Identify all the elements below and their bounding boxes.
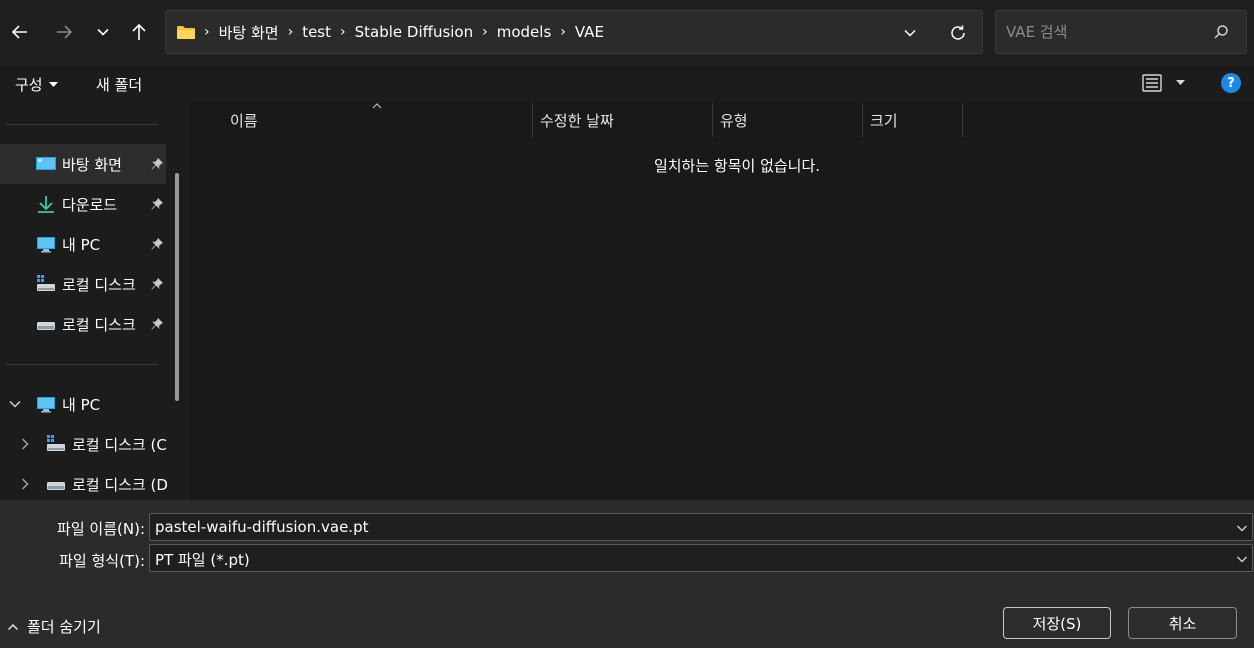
arrow-up-icon [132, 23, 146, 40]
tree-item-label: 로컬 디스크 (D [72, 476, 168, 494]
nav-item-label: 로컬 디스크 [62, 276, 136, 294]
hide-folders-label: 폴더 숨기기 [27, 618, 101, 636]
tree-item-this-pc[interactable]: 내 PC [0, 384, 166, 424]
pin-icon[interactable] [150, 317, 164, 331]
chevron-down-icon[interactable] [1236, 522, 1248, 534]
pin-icon[interactable] [150, 277, 164, 291]
nav-divider [6, 124, 157, 125]
caret-down-icon [1176, 80, 1185, 85]
filename-input[interactable]: pastel-waifu-diffusion.vae.pt [149, 513, 1253, 541]
folder-icon [177, 26, 195, 39]
pc-icon [37, 397, 55, 413]
download-icon [38, 196, 54, 213]
filetype-select[interactable]: PT 파일 (*.pt) [149, 544, 1253, 572]
nav-scrollbar[interactable] [175, 173, 179, 401]
nav-item-desktop[interactable]: 바탕 화면 [0, 144, 166, 184]
nav-item-label: 바탕 화면 [62, 156, 122, 174]
column-divider[interactable] [962, 103, 963, 137]
nav-item-label: 로컬 디스크 [62, 316, 136, 334]
empty-folder-message: 일치하는 항목이 없습니다. [653, 157, 821, 175]
navigation-pane: 바탕 화면 다운로드 내 PC 로컬 디스크 로컬 디스크 내 PC 로컬 디스… [0, 103, 190, 500]
drive-icon [37, 322, 55, 330]
drive-windows-icon [37, 275, 55, 291]
chevron-right-icon[interactable]: › [204, 24, 210, 40]
address-bar[interactable]: › 바탕 화면 › test › Stable Diffusion › mode… [165, 10, 983, 54]
tree-item-local-disk-d[interactable]: 로컬 디스크 (D [0, 464, 168, 500]
drive-windows-icon [47, 435, 65, 451]
nav-divider [6, 364, 157, 365]
filename-label: 파일 이름(N): [57, 520, 145, 538]
column-label: 유형 [720, 111, 748, 130]
pin-icon[interactable] [150, 237, 164, 251]
pc-icon [37, 237, 55, 253]
pin-icon[interactable] [150, 157, 164, 171]
new-folder-button[interactable]: 새 폴더 [96, 74, 142, 95]
tree-item-label: 로컬 디스크 (C [72, 436, 167, 454]
caret-down-icon [48, 81, 58, 87]
column-header-size[interactable]: 크기 [862, 103, 962, 137]
chevron-down-icon[interactable] [8, 397, 22, 411]
drive-icon [47, 482, 65, 490]
column-label: 크기 [870, 111, 898, 130]
arrow-left-icon [11, 25, 27, 39]
filetype-label: 파일 형식(T): [59, 552, 145, 570]
nav-item-this-pc[interactable]: 내 PC [0, 224, 166, 264]
file-list[interactable]: 이름 수정한 날짜 유형 크기 일치하는 항목이 없습니다. [190, 103, 1254, 500]
chevron-down-icon [97, 28, 109, 36]
details-view-icon [1142, 74, 1162, 92]
hide-folders-toggle[interactable]: 폴더 숨기기 [7, 616, 101, 637]
refresh-icon [951, 25, 965, 40]
column-label: 이름 [230, 111, 258, 130]
tree-item-label: 내 PC [62, 396, 101, 414]
tree-item-local-disk-c[interactable]: 로컬 디스크 (C [0, 424, 167, 464]
refresh-button[interactable] [946, 21, 970, 45]
breadcrumb-desktop[interactable]: 바탕 화면 [219, 22, 279, 43]
nav-item-local-disk-d[interactable]: 로컬 디스크 [0, 304, 166, 344]
breadcrumb: › 바탕 화면 › test › Stable Diffusion › mode… [176, 11, 604, 53]
chevron-right-icon[interactable]: › [288, 24, 294, 40]
chevron-right-icon[interactable] [18, 437, 32, 451]
nav-item-label: 내 PC [62, 236, 101, 254]
back-button[interactable] [5, 14, 35, 50]
chevron-right-icon[interactable]: › [340, 24, 346, 40]
sort-ascending-icon [372, 103, 382, 109]
address-history-dropdown[interactable] [898, 21, 922, 45]
view-options-button[interactable] [1142, 74, 1185, 92]
save-options-panel: 파일 이름(N): pastel-waifu-diffusion.vae.pt … [0, 500, 1254, 648]
chevron-right-icon[interactable]: › [560, 24, 566, 40]
breadcrumb-models[interactable]: models [497, 23, 552, 41]
search-input[interactable] [1006, 21, 1206, 43]
column-header-date[interactable]: 수정한 날짜 [532, 103, 712, 137]
up-button[interactable] [124, 14, 154, 50]
desktop-icon [36, 157, 56, 170]
nav-item-label: 다운로드 [62, 196, 118, 214]
forward-button[interactable] [49, 14, 79, 50]
arrow-right-icon [57, 25, 73, 39]
filetype-value: PT 파일 (*.pt) [155, 551, 250, 569]
breadcrumb-stable-diffusion[interactable]: Stable Diffusion [355, 23, 474, 41]
search-icon[interactable] [1212, 23, 1230, 41]
breadcrumb-test[interactable]: test [302, 23, 331, 41]
organize-button[interactable]: 구성 [15, 74, 58, 95]
chevron-down-icon [904, 29, 916, 37]
chevron-right-icon[interactable]: › [482, 24, 488, 40]
pin-icon[interactable] [150, 197, 164, 211]
chevron-down-icon[interactable] [1236, 553, 1248, 565]
organize-label: 구성 [15, 76, 43, 94]
address-toolbar: › 바탕 화면 › test › Stable Diffusion › mode… [0, 0, 1254, 65]
save-button[interactable]: 저장(S) [1003, 607, 1111, 639]
nav-item-local-disk-c[interactable]: 로컬 디스크 [0, 264, 166, 304]
chevron-right-icon[interactable] [18, 477, 32, 491]
column-label: 수정한 날짜 [540, 111, 614, 130]
recent-locations-button[interactable] [88, 14, 118, 50]
help-button[interactable]: ? [1221, 73, 1241, 93]
cancel-button[interactable]: 취소 [1128, 607, 1237, 639]
filename-value[interactable]: pastel-waifu-diffusion.vae.pt [155, 518, 368, 536]
breadcrumb-vae[interactable]: VAE [575, 23, 604, 41]
nav-item-downloads[interactable]: 다운로드 [0, 184, 166, 224]
command-bar: 구성 새 폴더 ? [0, 65, 1254, 103]
column-header-type[interactable]: 유형 [712, 103, 862, 137]
search-box[interactable] [995, 10, 1247, 54]
chevron-up-icon [7, 623, 19, 630]
